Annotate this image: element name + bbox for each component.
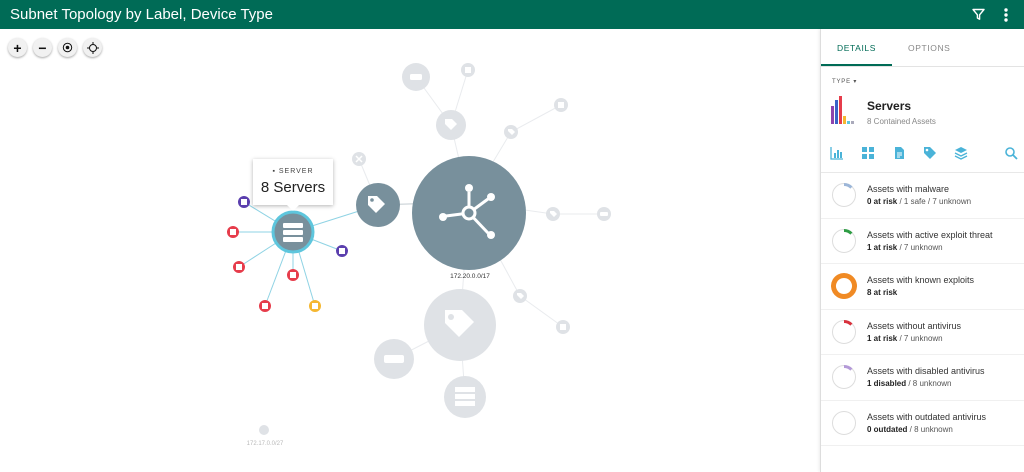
type-dropdown[interactable]: TYPE ▾	[832, 78, 857, 85]
risk-count: 8 at risk	[867, 288, 898, 298]
risk-title: Assets with malware	[867, 184, 950, 195]
risk-title: Assets with known exploits	[867, 275, 975, 286]
risk-donut	[832, 410, 856, 435]
device-node	[336, 245, 348, 257]
risk-title: Assets with active exploit threat	[867, 229, 993, 240]
tag-icon[interactable]	[923, 146, 937, 160]
risk-donut	[832, 319, 856, 344]
device-node	[238, 196, 250, 208]
topology-canvas[interactable]: + − 172.20.0.0/17 172.17.0.0/27 ▪ SERVER…	[0, 29, 820, 472]
risk-item[interactable]: Assets with known exploits 8 at risk	[821, 264, 1024, 310]
main-node-label: 172.20.0.0/17	[450, 273, 490, 280]
details-panel: DETAILS OPTIONS TYPE ▾ Servers 8 Contain…	[820, 29, 1024, 472]
chart-icon[interactable]	[830, 146, 844, 160]
bar-chart-icon	[831, 96, 854, 124]
tab-options[interactable]: OPTIONS	[892, 29, 966, 66]
server-group-node[interactable]	[271, 210, 315, 254]
asset-subtitle: 8 Contained Assets	[867, 117, 936, 126]
small-node-label: 172.17.0.0/27	[247, 441, 284, 447]
document-icon[interactable]	[892, 146, 906, 160]
risk-title: Assets with outdated antivirus	[867, 411, 987, 422]
risk-rest: / 8 unknown	[907, 424, 953, 434]
risk-rest: / 8 unknown	[906, 379, 952, 389]
main-subnet-node[interactable]: 172.20.0.0/17	[412, 156, 526, 280]
layers-icon[interactable]	[954, 146, 968, 160]
device-node	[227, 226, 239, 238]
tooltip-value: 8 Servers	[260, 179, 326, 196]
risk-title: Assets with disabled antivirus	[867, 366, 985, 377]
risk-donut	[832, 228, 856, 253]
panel-toolbar	[830, 146, 1018, 160]
risk-item[interactable]: Assets with outdated antivirus 0 outdated…	[821, 401, 1024, 446]
top-bar: Subnet Topology by Label, Device Type	[0, 0, 1024, 29]
risk-item[interactable]: Assets with active exploit threat 1 at ri…	[821, 219, 1024, 264]
risk-list: Assets with malware 0 at risk / 1 safe / …	[821, 172, 1024, 446]
risk-donut	[832, 365, 856, 390]
asset-name: Servers	[867, 99, 912, 113]
risk-count: 1 disabled	[867, 379, 907, 389]
risk-count: 0 at risk	[867, 197, 898, 207]
server-icon: ▪	[272, 168, 276, 175]
node-tooltip: ▪ SERVER 8 Servers	[253, 159, 333, 205]
risk-rest: / 7 unknown	[897, 333, 943, 343]
risk-count: 1 at risk	[867, 242, 898, 252]
risk-donut	[831, 273, 857, 300]
device-node	[233, 261, 245, 273]
tooltip-arrow	[287, 205, 299, 211]
device-node	[309, 300, 321, 312]
risk-rest: / 1 safe / 7 unknown	[897, 197, 972, 207]
tag-node[interactable]	[356, 183, 400, 227]
more-vert-icon[interactable]	[998, 7, 1014, 23]
device-node	[287, 269, 299, 281]
filter-icon[interactable]	[970, 7, 986, 23]
tooltip-kicker: SERVER	[278, 168, 314, 175]
grid-icon[interactable]	[861, 146, 875, 160]
panel-tabs: DETAILS OPTIONS	[821, 29, 1024, 67]
risk-title: Assets without antivirus	[867, 320, 962, 331]
search-icon[interactable]	[1004, 146, 1018, 160]
topology-graph: 172.20.0.0/17 172.17.0.0/27	[227, 63, 611, 447]
risk-count: 0 outdated	[867, 424, 908, 434]
risk-item[interactable]: Assets with disabled antivirus 1 disabled…	[821, 355, 1024, 401]
device-node	[259, 300, 271, 312]
risk-item[interactable]: Assets without antivirus 1 at risk / 7 un…	[821, 310, 1024, 355]
risk-rest: / 7 unknown	[897, 242, 943, 252]
tab-details[interactable]: DETAILS	[821, 29, 892, 66]
page-title: Subnet Topology by Label, Device Type	[10, 6, 273, 23]
risk-count: 1 at risk	[867, 333, 898, 343]
risk-donut	[832, 183, 856, 208]
risk-item[interactable]: Assets with malware 0 at risk / 1 safe / …	[821, 173, 1024, 219]
asset-header: Servers 8 Contained Assets	[831, 96, 936, 126]
